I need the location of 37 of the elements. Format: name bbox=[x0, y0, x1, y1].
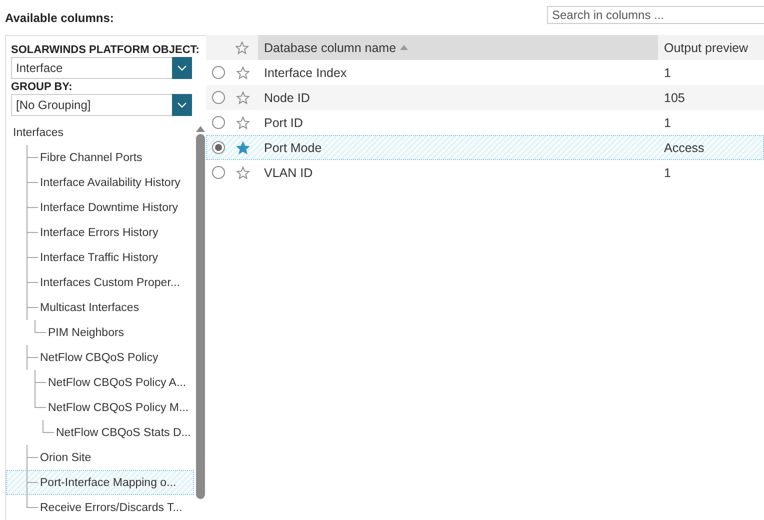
search-field[interactable]: Search in columns ... bbox=[547, 6, 764, 24]
field-label: GROUP BY: bbox=[10, 80, 74, 93]
field-label: SOLARWINDS PLATFORM OBJECT: bbox=[10, 43, 200, 56]
tree-item[interactable]: Interface Errors History bbox=[6, 220, 194, 245]
tree-item[interactable]: Interface Downtime History bbox=[6, 195, 194, 220]
column-title: Database column name bbox=[264, 40, 396, 54]
tree-item[interactable]: Interface Traffic History bbox=[6, 245, 194, 270]
table-row[interactable]: Node ID 105 bbox=[206, 85, 764, 110]
tree-item[interactable]: NetFlow CBQoS Policy M... bbox=[6, 395, 194, 420]
table-cell-text: VLAN ID bbox=[263, 166, 314, 180]
tree-item[interactable]: Port-Interface Mapping o... bbox=[6, 470, 194, 495]
table-cell-text: 1 bbox=[663, 116, 672, 130]
table-cell-text: 1 bbox=[663, 166, 672, 180]
column-header[interactable]: Database column name bbox=[258, 35, 658, 60]
object-dropdown[interactable]: Interface bbox=[11, 57, 192, 79]
panel-title: Available columns: bbox=[5, 10, 114, 24]
column-title: Output preview bbox=[664, 40, 748, 54]
tree-item[interactable]: NetFlow CBQoS Policy A... bbox=[6, 370, 194, 395]
table-row[interactable]: Port Mode Access bbox=[206, 135, 764, 160]
tree-item[interactable]: Fibre Channel Ports bbox=[6, 145, 194, 170]
group-dropdown[interactable]: [No Grouping] bbox=[11, 94, 192, 116]
table-cell-text: Node ID bbox=[263, 90, 311, 104]
tree-item[interactable]: Interfaces bbox=[6, 120, 194, 145]
table-cell-text: Access bbox=[663, 140, 706, 154]
table-cell-text: Port ID bbox=[263, 116, 304, 130]
tree-item[interactable]: Receive Errors/Discards T... bbox=[6, 495, 194, 520]
table-cell-text: 1 bbox=[663, 66, 672, 80]
tree-item[interactable]: Multicast Interfaces bbox=[6, 295, 194, 320]
tree-item[interactable]: NetFlow CBQoS Policy bbox=[6, 345, 194, 370]
table-cell-text: Interface Index bbox=[263, 66, 348, 80]
tree-item[interactable]: Interfaces Custom Proper... bbox=[6, 270, 194, 295]
tree-item[interactable]: NetFlow CBQoS Stats D... bbox=[6, 420, 194, 445]
table-cell-text: 105 bbox=[663, 90, 686, 104]
table-cell-text: Port Mode bbox=[263, 140, 323, 154]
tree-item[interactable]: Orion Site bbox=[6, 445, 194, 470]
tree-item[interactable]: Interface Availability History bbox=[6, 170, 194, 195]
tree-item[interactable]: PIM Neighbors bbox=[6, 320, 194, 345]
